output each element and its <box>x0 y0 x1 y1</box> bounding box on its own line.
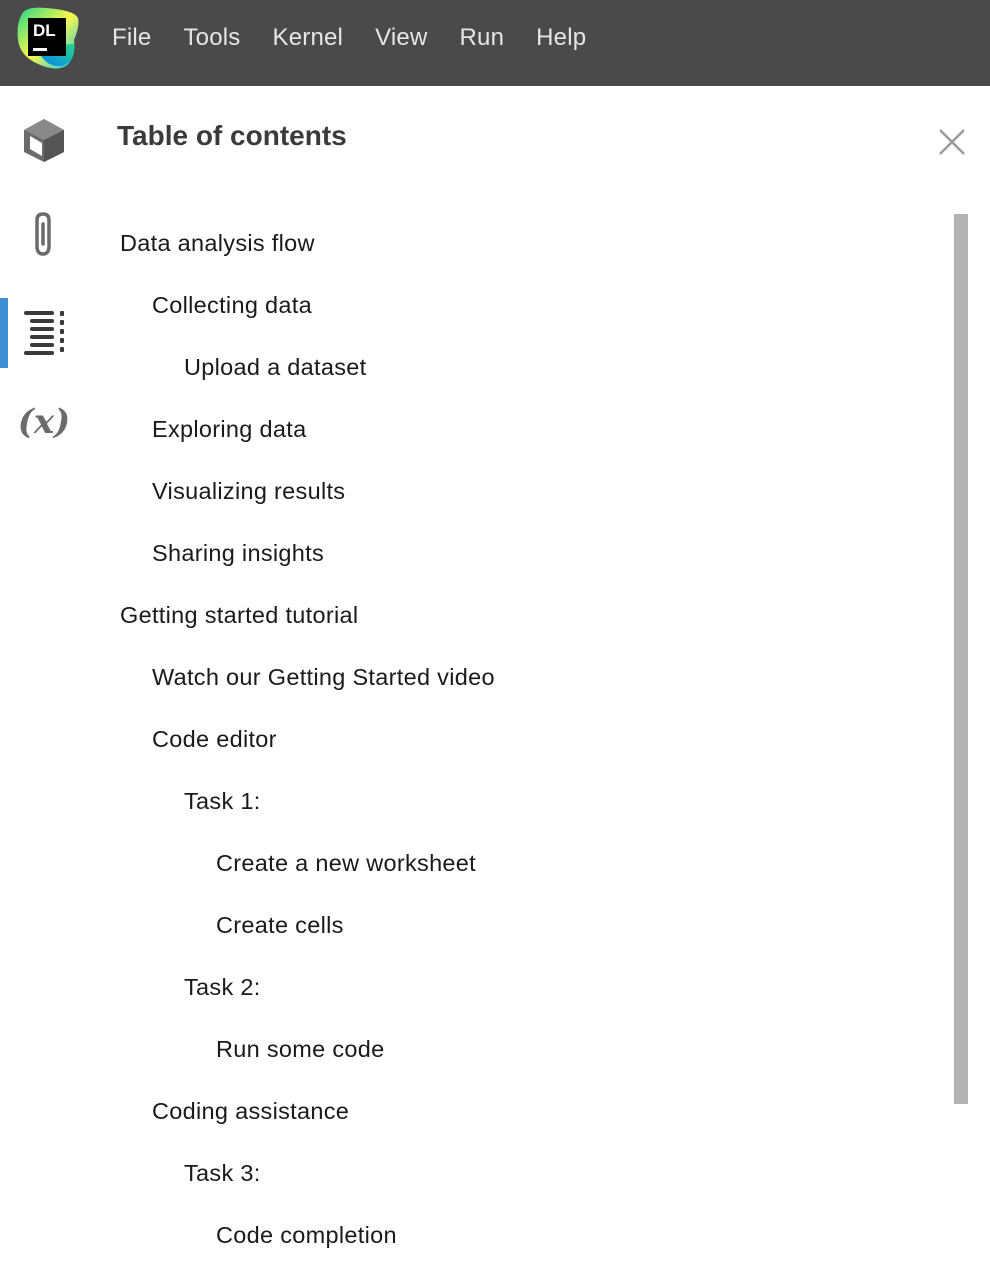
toc-item-visualizing-results[interactable]: Visualizing results <box>152 478 345 505</box>
table-of-contents-icon <box>22 309 66 360</box>
toc-item-code-completion[interactable]: Code completion <box>216 1222 397 1249</box>
package-icon <box>20 116 68 169</box>
close-panel-button[interactable] <box>934 124 970 160</box>
toc-item-run-some-code[interactable]: Run some code <box>216 1036 385 1063</box>
close-icon <box>934 129 970 164</box>
toc-item-collecting-data[interactable]: Collecting data <box>152 292 312 319</box>
toc-item-sharing-insights[interactable]: Sharing insights <box>152 540 324 567</box>
menu-bar: DL File Tools Kernel View Run Help <box>0 0 990 86</box>
sidebar-button-variables[interactable]: (x) <box>0 386 88 458</box>
menu-view[interactable]: View <box>375 24 427 52</box>
panel-title: Table of contents <box>117 120 347 151</box>
toc-item-watch-video[interactable]: Watch our Getting Started video <box>152 664 495 691</box>
menu-run[interactable]: Run <box>459 24 504 52</box>
menu-help[interactable]: Help <box>536 24 586 52</box>
toc-item-task-3[interactable]: Task 3: <box>184 1160 261 1187</box>
variables-icon: (x) <box>17 402 71 442</box>
sidebar-button-table-of-contents[interactable] <box>0 298 88 370</box>
toc-item-create-new-worksheet[interactable]: Create a new worksheet <box>216 850 476 877</box>
menu-tools[interactable]: Tools <box>183 24 240 52</box>
logo-text: DL <box>33 21 56 40</box>
left-sidebar: (x) <box>0 86 88 1274</box>
toc-item-task-2[interactable]: Task 2: <box>184 974 261 1001</box>
paperclip-icon <box>29 210 59 263</box>
toc-item-upload-a-dataset[interactable]: Upload a dataset <box>184 354 366 381</box>
toc-item-task-1[interactable]: Task 1: <box>184 788 261 815</box>
menu-file[interactable]: File <box>112 24 151 52</box>
menu-kernel[interactable]: Kernel <box>273 24 344 52</box>
datalore-logo[interactable]: DL <box>16 6 80 70</box>
toc-item-create-cells[interactable]: Create cells <box>216 912 344 939</box>
toc-item-getting-started-tutorial[interactable]: Getting started tutorial <box>120 602 358 629</box>
toc-scrollbar[interactable] <box>954 214 968 1104</box>
toc-item-coding-assistance[interactable]: Coding assistance <box>152 1098 349 1125</box>
menu-items: File Tools Kernel View Run Help <box>112 0 618 76</box>
toc-item-code-editor[interactable]: Code editor <box>152 726 277 753</box>
toc-item-exploring-data[interactable]: Exploring data <box>152 416 306 443</box>
toc-item-data-analysis-flow[interactable]: Data analysis flow <box>120 230 315 257</box>
sidebar-button-packages[interactable] <box>0 106 88 178</box>
sidebar-button-attachments[interactable] <box>0 200 88 272</box>
